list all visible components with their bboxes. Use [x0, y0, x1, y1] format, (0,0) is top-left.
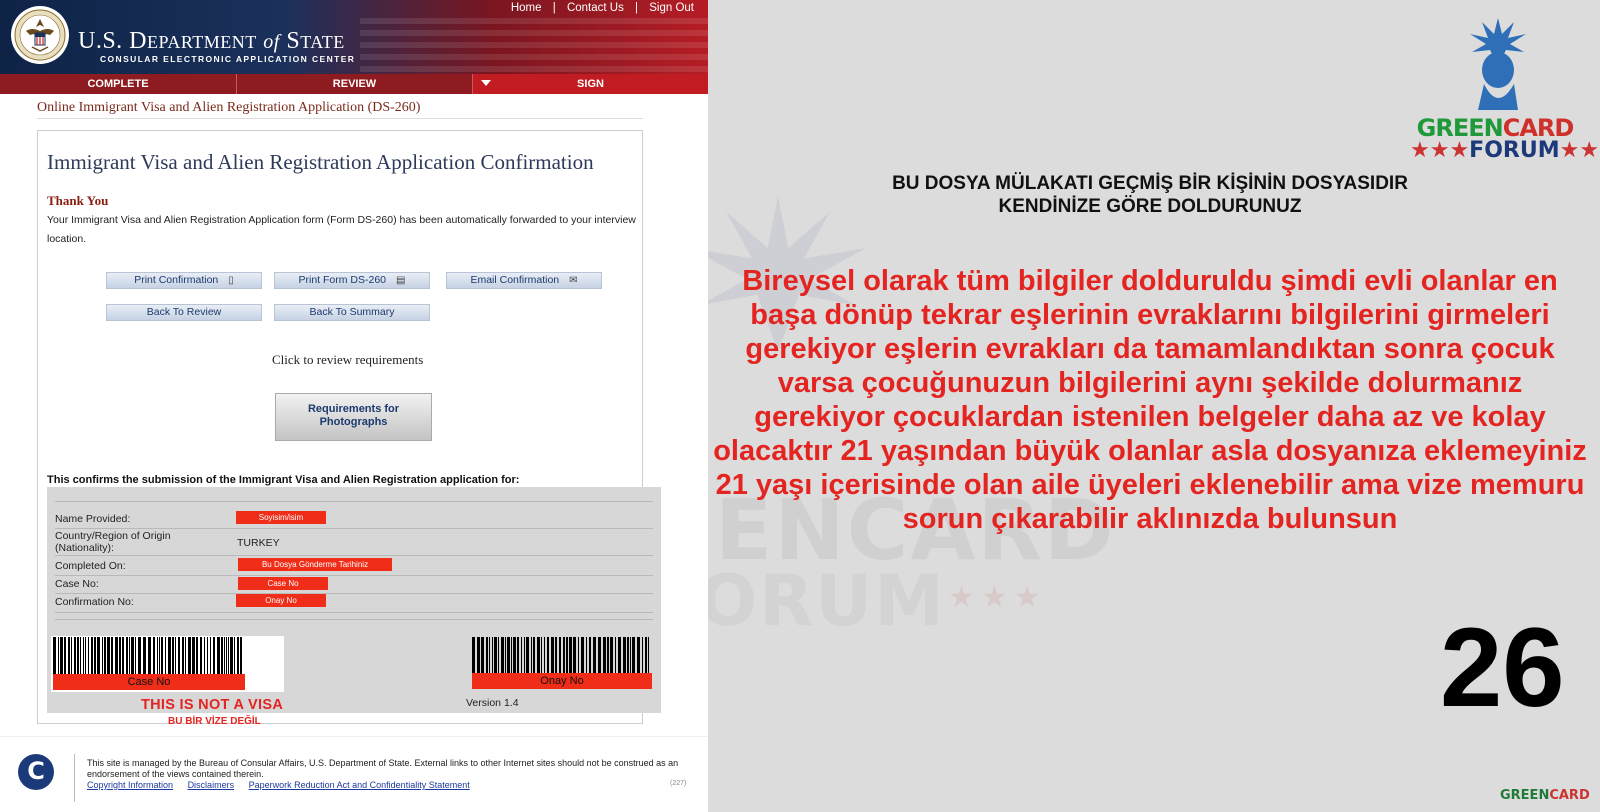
tab-complete[interactable]: COMPLETE: [0, 74, 237, 94]
confirms-text: This confirms the submission of the Immi…: [47, 474, 520, 486]
paperwork-link[interactable]: Paperwork Reduction Act and Confidential…: [249, 780, 470, 790]
completed-value: Bu Dosya Gönderme Tarihiniz: [238, 558, 392, 571]
home-link[interactable]: Home: [511, 2, 542, 14]
confirmation-value: Onay No: [236, 594, 326, 607]
ds260-confirmation-page: Home | Contact Us | Sign Out U.S. DEPART…: [0, 0, 708, 812]
copyright-link[interactable]: Copyright Information: [87, 780, 173, 790]
watermark-stars-right: ★★★: [948, 581, 1047, 614]
flag-stripes-decoration: [360, 18, 708, 74]
barcode-confirmation-label: Onay No: [472, 673, 652, 689]
slide-heading: BU DOSYA MÜLAKATI GEÇMİŞ BİR KİŞİNİN DOS…: [892, 173, 1408, 217]
site-header: Home | Contact Us | Sign Out U.S. DEPART…: [0, 0, 708, 74]
not-a-visa-warning: THIS IS NOT A VISA: [141, 697, 284, 713]
sign-out-link[interactable]: Sign Out: [649, 2, 694, 14]
contact-us-link[interactable]: Contact Us: [567, 2, 624, 14]
footer-links: Copyright Information Disclaimers Paperw…: [87, 780, 482, 790]
slide-red-instructions: Bireysel olarak tüm bilgiler dolduruldu …: [713, 265, 1587, 535]
print-confirmation-button[interactable]: Print Confirmation ▯: [106, 272, 262, 289]
footer-disclaimer: This site is managed by the Bureau of Co…: [87, 758, 679, 779]
version-text: Version 1.4: [466, 697, 519, 709]
printer-icon: ▤: [396, 275, 406, 286]
completed-label: Completed On:: [55, 560, 126, 572]
department-seal-icon: [11, 6, 69, 64]
case-label: Case No:: [55, 578, 99, 590]
caret-down-icon: [481, 80, 491, 86]
logo-word-forum: ★★★FORUM★★★: [1410, 138, 1600, 163]
country-value: TURKEY: [237, 537, 280, 549]
department-title: U.S. DEPARTMENT of STATE: [78, 28, 345, 54]
case-barcode: [53, 637, 245, 675]
envelope-icon: ✉: [569, 275, 578, 286]
email-confirmation-button[interactable]: Email Confirmation ✉: [446, 272, 602, 289]
top-links: Home | Contact Us | Sign Out: [510, 2, 694, 14]
tab-review[interactable]: REVIEW: [237, 74, 473, 94]
requirements-photographs-button[interactable]: Requirements for Photographs: [275, 393, 432, 441]
confirmation-label: Confirmation No:: [55, 596, 134, 608]
thank-you-text: Your Immigrant Visa and Alien Registrati…: [47, 214, 636, 245]
review-requirements-text: Click to review requirements: [272, 352, 424, 367]
statue-of-liberty-icon: [1470, 18, 1526, 110]
tab-sign[interactable]: SIGN: [473, 74, 708, 94]
consular-affairs-logo-icon: C: [18, 754, 54, 790]
slide-page-number: 26: [1440, 605, 1565, 730]
back-to-summary-button[interactable]: Back To Summary: [274, 304, 430, 321]
thank-you-heading: Thank You: [47, 193, 109, 208]
name-label: Name Provided:: [55, 513, 131, 525]
footer-code: (227): [670, 780, 687, 787]
barcode-case-label: Case No: [53, 674, 245, 690]
form-title: Online Immigrant Visa and Alien Registra…: [37, 100, 421, 115]
disclaimers-link[interactable]: Disclaimers: [188, 780, 235, 790]
confirmation-barcode: [472, 637, 652, 675]
print-form-button[interactable]: Print Form DS-260 ▤: [274, 272, 430, 289]
not-a-visa-turkish: BU BİR VİZE DEĞİL: [168, 716, 261, 727]
page-title: Immigrant Visa and Alien Registration Ap…: [47, 150, 594, 174]
country-label: Country/Region of Origin (Nationality):: [55, 530, 171, 554]
greencard-forum-logo: GREENCARD ★★★FORUM★★★: [1410, 12, 1600, 163]
department-subtitle: CONSULAR ELECTRONIC APPLICATION CENTER: [100, 54, 356, 64]
greencard-small-logo: GREENCARD: [1500, 788, 1590, 803]
watermark-text-forum: FORUM: [708, 566, 946, 636]
back-to-review-button[interactable]: Back To Review: [106, 304, 262, 321]
step-navbar: COMPLETE REVIEW SIGN: [0, 74, 708, 94]
document-icon: ▯: [228, 275, 234, 286]
case-value: Case No: [238, 577, 328, 590]
name-value: Soyisim/isim: [236, 511, 326, 524]
